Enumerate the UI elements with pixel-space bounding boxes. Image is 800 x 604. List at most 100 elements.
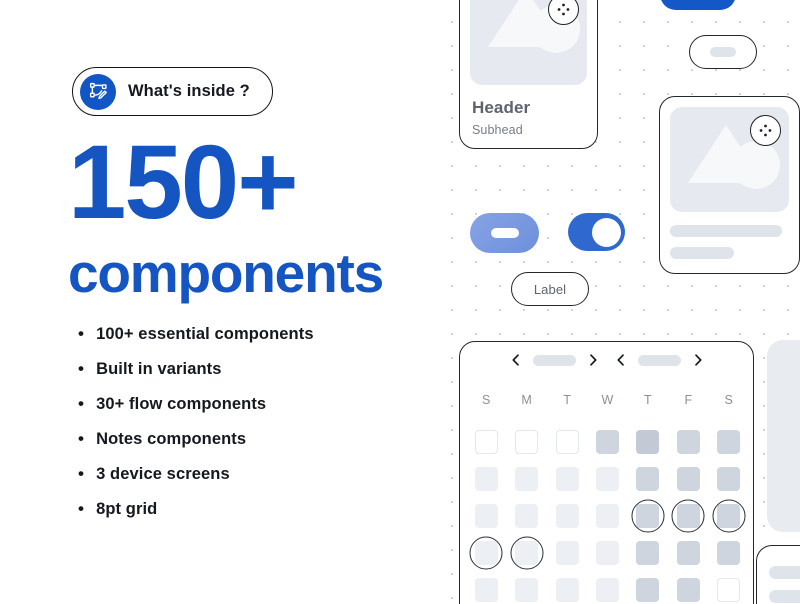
calendar-day-cell[interactable] xyxy=(628,423,668,460)
calendar-day-cell[interactable] xyxy=(547,460,587,497)
calendar-day-cell[interactable] xyxy=(709,571,749,604)
calendar-day-cell[interactable] xyxy=(466,423,506,460)
calendar-day-cell[interactable] xyxy=(547,571,587,604)
header-card[interactable]: Header Subhead xyxy=(459,0,598,149)
calendar-day-cell[interactable] xyxy=(466,534,506,571)
calendar-day-cell[interactable] xyxy=(506,571,546,604)
calendar-day-swatch xyxy=(717,429,741,454)
calendar-nav-row xyxy=(460,353,753,367)
calendar-nav-left[interactable] xyxy=(509,353,600,367)
list-item: • 100+ essential components xyxy=(78,325,314,360)
calendar-day-cell[interactable] xyxy=(547,534,587,571)
weekday-label: S xyxy=(481,393,491,407)
weekday-label: F xyxy=(684,393,693,407)
calendar-day-swatch xyxy=(515,503,539,528)
calendar-day-cell[interactable] xyxy=(587,460,627,497)
whats-inside-badge[interactable]: What's inside ? xyxy=(72,67,273,116)
calendar-day-cell[interactable] xyxy=(668,497,708,534)
circle-shape xyxy=(732,141,780,189)
calendar-day-selected-ring xyxy=(671,499,705,532)
calendar-day-cell[interactable] xyxy=(628,497,668,534)
weekday-label: T xyxy=(644,393,652,407)
calendar-day-cell[interactable] xyxy=(547,423,587,460)
bullet-icon: • xyxy=(78,464,85,483)
calendar-day-cell[interactable] xyxy=(506,497,546,534)
calendar-day-cell[interactable] xyxy=(668,534,708,571)
card-subhead: Subhead xyxy=(472,123,523,137)
calendar-day-cell[interactable] xyxy=(628,571,668,604)
calendar-day-swatch xyxy=(676,429,700,454)
weekday-label: T xyxy=(563,393,571,407)
bullet-icon: • xyxy=(78,324,85,343)
calendar-day-swatch xyxy=(717,540,741,565)
calendar-day-swatch xyxy=(676,577,700,602)
calendar-day-swatch xyxy=(595,577,619,602)
calendar-day-cell[interactable] xyxy=(709,460,749,497)
calendar-day-swatch xyxy=(515,577,539,602)
calendar-day-cell[interactable] xyxy=(628,460,668,497)
vector-path-pen-icon xyxy=(80,73,116,110)
calendar-day-cell[interactable] xyxy=(506,423,546,460)
list-item: • Notes components xyxy=(78,430,314,465)
toggle-on[interactable] xyxy=(568,213,625,251)
headline-number: 150+ xyxy=(68,124,299,241)
bottom-card[interactable] xyxy=(756,545,800,604)
calendar-day-cell[interactable] xyxy=(587,571,627,604)
chevron-right-icon[interactable] xyxy=(691,353,705,367)
calendar-day-cell[interactable] xyxy=(668,460,708,497)
calendar-day-selected-ring xyxy=(712,499,746,532)
calendar-day-swatch xyxy=(474,577,498,602)
calendar-day-cell[interactable] xyxy=(506,534,546,571)
calendar-day-swatch xyxy=(636,429,660,454)
bullet-icon: • xyxy=(78,359,85,378)
feature-list: • 100+ essential components • Built in v… xyxy=(78,325,314,535)
calendar-day-cell[interactable] xyxy=(466,571,506,604)
feature-label: 100+ essential components xyxy=(96,325,314,343)
weekday-label: S xyxy=(724,393,733,407)
calendar-day-swatch xyxy=(676,540,700,565)
calendar-day-swatch xyxy=(555,540,579,565)
calendar-day-swatch xyxy=(555,466,579,491)
poster-canvas: What's inside ? 150+ components • 100+ e… xyxy=(0,0,800,604)
calendar-day-cell[interactable] xyxy=(709,497,749,534)
calendar-day-cell[interactable] xyxy=(709,423,749,460)
calendar-day-selected-ring xyxy=(510,536,544,569)
calendar-day-grid[interactable] xyxy=(466,423,749,604)
feature-label: 3 device screens xyxy=(96,465,230,483)
calendar-day-cell[interactable] xyxy=(668,423,708,460)
calendar-day-swatch xyxy=(474,466,498,491)
list-item: • Built in variants xyxy=(78,360,314,395)
calendar-day-cell[interactable] xyxy=(587,534,627,571)
bullet-icon: • xyxy=(78,394,85,413)
calendar-day-cell[interactable] xyxy=(628,534,668,571)
label-pill[interactable]: Label xyxy=(511,272,589,306)
calendar-panel[interactable]: S M T W T F S xyxy=(459,341,754,604)
calendar-day-cell[interactable] xyxy=(668,571,708,604)
calendar-day-swatch xyxy=(555,503,579,528)
calendar-day-cell[interactable] xyxy=(547,497,587,534)
chevron-left-icon[interactable] xyxy=(614,353,628,367)
calendar-day-cell[interactable] xyxy=(466,497,506,534)
calendar-day-swatch xyxy=(595,503,619,528)
card-title: Header xyxy=(472,98,531,117)
skeleton-line xyxy=(670,225,782,237)
chevron-left-icon[interactable] xyxy=(509,353,523,367)
calendar-day-cell[interactable] xyxy=(587,423,627,460)
move-drag-handle-icon[interactable] xyxy=(750,115,781,146)
weekday-label: M xyxy=(521,393,532,407)
calendar-day-cell[interactable] xyxy=(466,460,506,497)
pill-with-inner-bar[interactable] xyxy=(689,35,757,69)
chevron-right-icon[interactable] xyxy=(586,353,600,367)
calendar-day-swatch xyxy=(515,429,539,454)
calendar-nav-right[interactable] xyxy=(614,353,705,367)
calendar-day-cell[interactable] xyxy=(709,534,749,571)
calendar-day-cell[interactable] xyxy=(587,497,627,534)
calendar-day-swatch xyxy=(717,577,741,602)
calendar-day-swatch xyxy=(595,540,619,565)
list-item: • 3 device screens xyxy=(78,465,314,500)
month-title-skeleton xyxy=(637,354,681,366)
calendar-day-swatch xyxy=(474,503,498,528)
calendar-day-swatch xyxy=(717,466,741,491)
toggle-indeterminate[interactable] xyxy=(470,213,539,253)
calendar-day-cell[interactable] xyxy=(506,460,546,497)
